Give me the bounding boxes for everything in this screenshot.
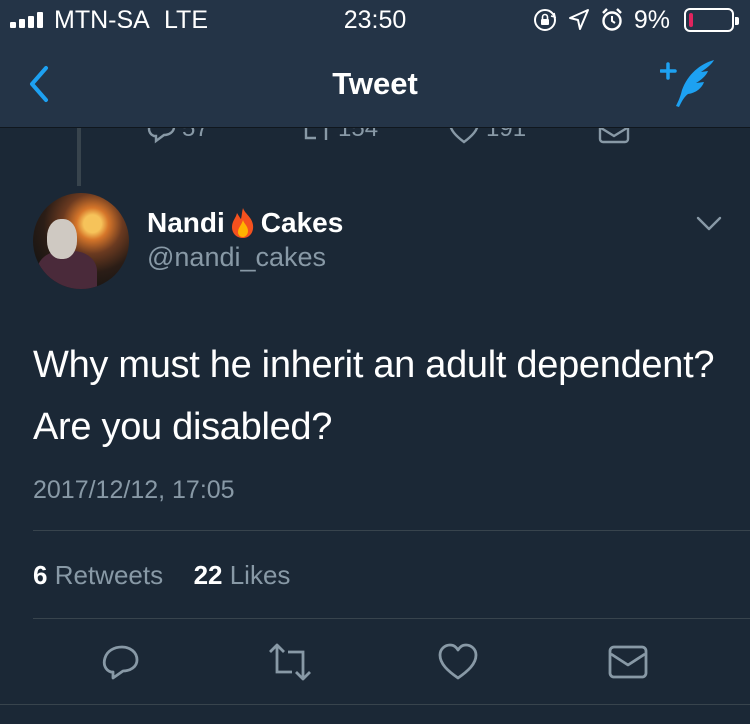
compose-tweet-button[interactable] — [659, 56, 720, 112]
reply-icon — [147, 128, 176, 144]
previous-retweet-count: 154 — [338, 128, 379, 142]
page-title: Tweet — [332, 66, 418, 101]
share-button[interactable] — [606, 642, 650, 682]
previous-like-action[interactable]: 191 — [448, 128, 526, 144]
divider — [33, 618, 750, 619]
tweet-options-button[interactable] — [694, 212, 724, 236]
like-icon — [449, 128, 479, 144]
previous-tweet-actions: 57 154 191 — [0, 128, 750, 146]
author-name-last: Cakes — [260, 207, 344, 238]
battery-percent: 9% — [633, 5, 670, 34]
fire-emoji-icon — [231, 208, 253, 238]
previous-reply-action[interactable]: 57 — [146, 128, 209, 144]
alarm-icon — [602, 8, 622, 31]
share-icon — [608, 645, 648, 679]
author-name-first: Nandi — [147, 207, 225, 238]
rotation-lock-icon — [533, 9, 556, 31]
previous-retweet-action[interactable]: 154 — [300, 128, 378, 144]
status-right-group: 9% — [532, 5, 739, 35]
author-handle[interactable]: @nandi_cakes — [147, 242, 326, 273]
author-avatar[interactable] — [33, 193, 129, 289]
like-icon — [438, 643, 478, 680]
reply-icon — [102, 645, 139, 680]
like-button[interactable] — [436, 642, 480, 682]
tweet-timestamp: 2017/12/12, 17:05 — [33, 476, 235, 504]
battery-level-fill — [689, 13, 693, 27]
compose-tweet-icon — [659, 60, 714, 107]
likes-count: 22 — [193, 560, 223, 590]
chevron-down-icon — [696, 216, 722, 231]
previous-share-action[interactable] — [598, 128, 630, 144]
retweets-count: 6 — [33, 560, 48, 590]
share-icon — [598, 128, 630, 144]
likes-label: Likes — [229, 560, 291, 590]
reply-button[interactable] — [98, 642, 142, 682]
divider — [33, 530, 750, 531]
tweet-stats: 6 Retweets 22 Likes — [33, 560, 290, 591]
tweet-text: Why must he inherit an adult dependent? … — [33, 344, 715, 448]
location-icon — [568, 9, 589, 30]
previous-reply-count: 57 — [182, 128, 209, 142]
retweet-icon — [304, 128, 328, 140]
likes-stat[interactable]: 22 Likes — [194, 560, 291, 590]
retweet-button[interactable] — [268, 642, 312, 682]
retweets-label: Retweets — [54, 560, 164, 590]
retweets-stat[interactable]: 6 Retweets — [33, 560, 163, 590]
previous-like-count: 191 — [486, 128, 527, 142]
next-tweet-edge — [0, 704, 750, 724]
battery-icon — [684, 8, 739, 32]
retweet-icon — [269, 643, 311, 681]
author-name[interactable]: Nandi Cakes — [147, 206, 343, 240]
top-bar: MTN-SA LTE 23:50 9% Tweet — [0, 0, 750, 128]
status-bar: MTN-SA LTE 23:50 9% — [0, 0, 750, 40]
